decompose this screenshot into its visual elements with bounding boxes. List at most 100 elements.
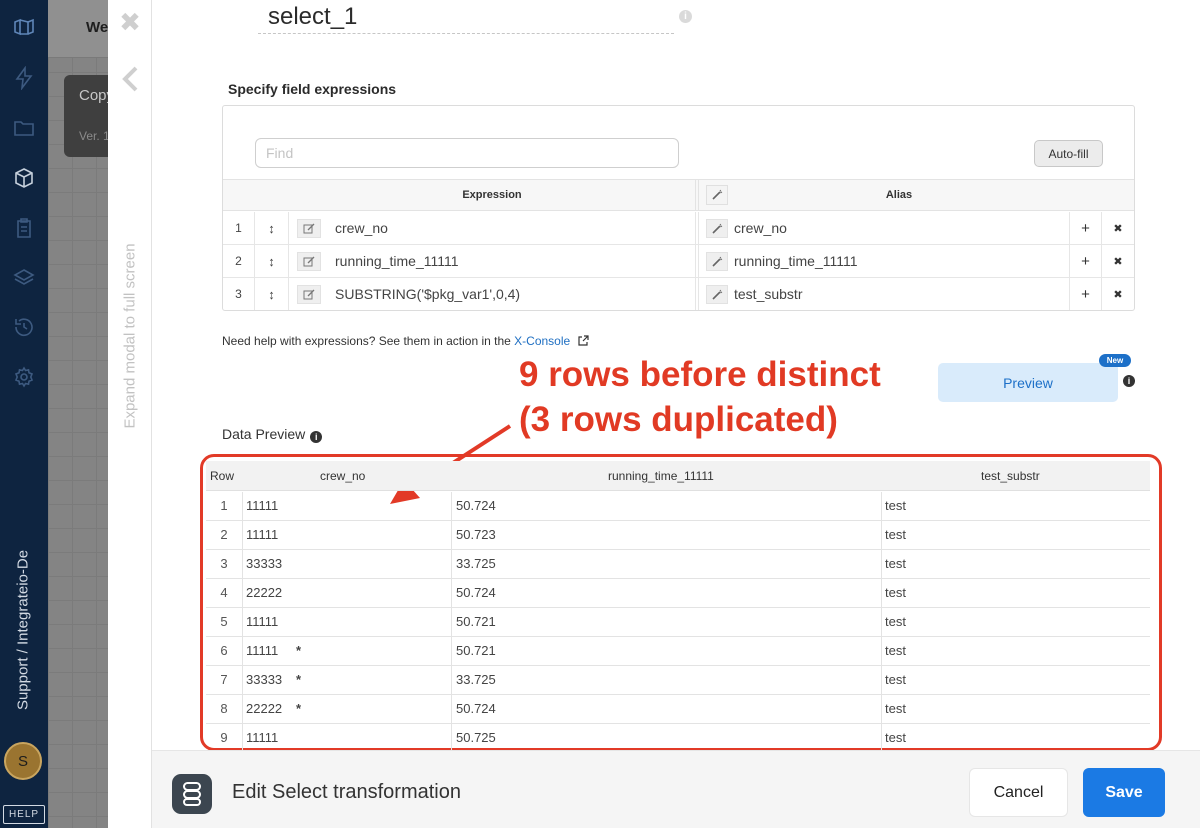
background-package-card: Copy Ver. 1 [64,75,114,157]
alias-value[interactable]: crew_no [734,212,787,244]
drag-handle-icon[interactable]: ↕ [255,278,289,310]
add-row-button[interactable]: + [1069,278,1101,310]
expression-value[interactable]: running_time_11111 [335,245,459,277]
running-time-cell: 50.723 [456,527,496,542]
magic-wand-icon[interactable] [706,252,728,271]
preview-button[interactable]: Preview [938,363,1118,402]
package-icon[interactable] [9,163,39,193]
crew-no-cell: 11111 [246,730,279,745]
test-substr-cell: test [885,672,906,687]
bolt-icon[interactable] [9,63,39,93]
test-substr-cell: test [885,556,906,571]
chevron-left-icon[interactable] [118,64,142,94]
support-workspace-label[interactable]: Support / Integrateio-De [8,540,38,720]
expression-value[interactable]: crew_no [335,212,388,244]
magic-wand-icon[interactable] [706,219,728,238]
expression-column-header: Expression [462,189,522,201]
history-icon[interactable] [9,312,39,342]
close-icon[interactable]: ✖ [118,7,142,37]
alias-value[interactable]: test_substr [734,278,802,310]
crew-no-cell: 22222 [246,701,283,716]
gear-icon[interactable] [9,362,39,392]
crew-no-cell: 22222 [246,585,283,600]
x-console-link[interactable]: X-Console [514,334,570,348]
test-substr-cell: test [885,614,906,629]
duplicate-marker: * [296,701,302,716]
data-preview-title: Data Preview i [222,426,323,443]
annotation-text: 9 rows before distinct (3 rows duplicate… [519,355,881,439]
app-sidebar: Support / Integrateio-De S HELP [0,0,48,828]
auto-fill-button[interactable]: Auto-fill [1034,140,1103,167]
running-time-cell: 50.724 [456,701,496,716]
modal-rail: ✖ Expand modal to full screen [108,0,152,828]
expressions-header: Expression Alias [223,179,1134,211]
magic-wand-icon[interactable] [706,285,728,304]
table-row: 2 11111 50.723 test [206,521,1150,550]
expression-row: 3 ↕ SUBSTRING('$pkg_var1',0,4) test_subs… [223,278,1134,311]
column-header-row: Row [210,469,235,483]
info-icon[interactable]: i [310,431,323,443]
clipboard-icon[interactable] [9,213,39,243]
expand-modal-button[interactable]: Expand modal to full screen [114,230,146,442]
delete-row-button[interactable]: ✖ [1101,245,1134,277]
drag-handle-icon[interactable]: ↕ [255,245,289,277]
table-row: 1 11111 50.724 test [206,492,1150,521]
drag-handle-icon[interactable]: ↕ [255,212,289,244]
row-number-cell: 8 [220,701,228,716]
table-row: 4 22222 50.724 test [206,579,1150,608]
expression-row: 1 ↕ crew_no crew_no + ✖ [223,212,1134,245]
layers-icon[interactable] [9,263,39,293]
new-badge: New [1099,354,1131,367]
row-number-cell: 3 [220,556,228,571]
table-row: 5 11111 50.721 test [206,608,1150,637]
crew-no-cell: 11111 [246,614,279,629]
running-time-cell: 50.725 [456,730,496,745]
edit-icon[interactable] [297,285,321,304]
edit-icon[interactable] [297,219,321,238]
alias-value[interactable]: running_time_11111 [734,245,858,277]
add-row-button[interactable]: + [1069,212,1101,244]
edit-icon[interactable] [297,252,321,271]
modal-footer: Edit Select transformation Cancel Save [152,750,1200,828]
add-row-button[interactable]: + [1069,245,1101,277]
row-number-cell: 7 [220,672,228,687]
component-name-input[interactable] [258,0,674,34]
delete-row-button[interactable]: ✖ [1101,212,1134,244]
duplicate-marker: * [296,672,302,687]
test-substr-cell: test [885,585,906,600]
row-number-cell: 4 [220,585,228,600]
crew-no-cell: 11111 [246,643,279,658]
delete-row-button[interactable]: ✖ [1101,278,1134,310]
expression-row: 2 ↕ running_time_11111 running_time_1111… [223,245,1134,278]
select-transform-icon [172,774,212,814]
save-button[interactable]: Save [1083,768,1165,817]
cancel-button[interactable]: Cancel [969,768,1068,817]
column-header-running-time: running_time_11111 [608,469,714,483]
running-time-cell: 50.721 [456,643,496,658]
avatar[interactable]: S [4,742,42,780]
expressions-help-text: Need help with expressions? See them in … [222,334,589,349]
row-number-cell: 9 [220,730,228,745]
row-number-cell: 6 [220,643,228,658]
row-number-cell: 5 [220,614,228,629]
running-time-cell: 33.725 [456,672,496,687]
help-button[interactable]: HELP [3,805,45,824]
expression-value[interactable]: SUBSTRING('$pkg_var1',0,4) [335,278,520,310]
section-title: Specify field expressions [228,81,397,97]
test-substr-cell: test [885,701,906,716]
expressions-panel: Auto-fill Expression Alias 1 ↕ crew_no c… [222,105,1135,311]
row-number-cell: 2 [220,527,228,542]
table-row: 9 11111 50.725 test [206,724,1150,753]
logo-icon[interactable] [9,12,39,42]
running-time-cell: 33.725 [456,556,496,571]
crew-no-cell: 11111 [246,527,279,542]
external-link-icon[interactable] [578,335,589,349]
find-input[interactable] [255,138,679,168]
crew-no-cell: 33333 [246,556,283,571]
info-icon[interactable]: i [1123,375,1135,387]
test-substr-cell: test [885,730,906,745]
info-icon[interactable]: i [679,10,692,23]
folder-icon[interactable] [9,113,39,143]
table-row: 8 22222 50.724 test * [206,695,1150,724]
column-header-crew-no: crew_no [320,469,366,483]
